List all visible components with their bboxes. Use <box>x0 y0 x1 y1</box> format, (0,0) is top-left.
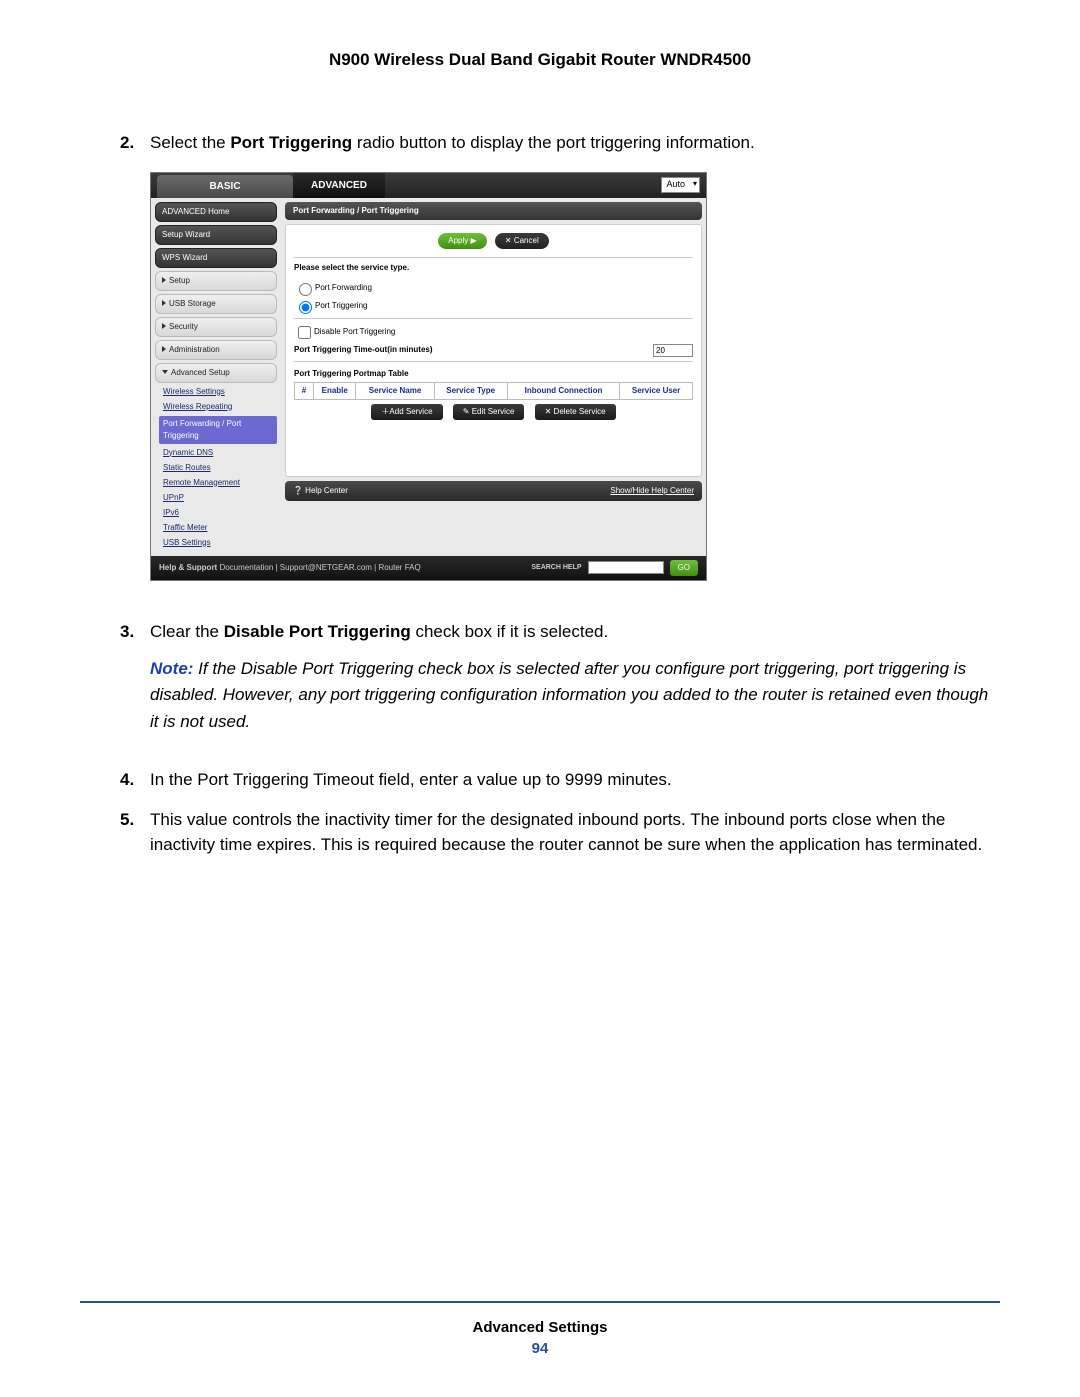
help-support-links[interactable]: Documentation | Support@NETGEAR.com | Ro… <box>219 562 420 574</box>
help-support-label: Help & Support <box>159 562 217 574</box>
sidebar: ADVANCED Home Setup Wizard WPS Wizard Se… <box>151 198 281 556</box>
sidebar-sub-usb-settings[interactable]: USB Settings <box>163 537 277 549</box>
sidebar-sub-traffic-meter[interactable]: Traffic Meter <box>163 522 277 534</box>
step-2: Select the Port Triggering radio button … <box>150 130 1000 605</box>
page-number: 94 <box>80 1340 1000 1357</box>
tab-basic[interactable]: BASIC <box>157 175 293 198</box>
help-toggle-link[interactable]: Show/Hide Help Center <box>610 485 694 497</box>
col-num: # <box>295 382 314 399</box>
sidebar-sub-dynamic-dns[interactable]: Dynamic DNS <box>163 447 277 459</box>
sidebar-btn-wps-wizard[interactable]: WPS Wizard <box>155 248 277 268</box>
service-type-prompt: Please select the service type. <box>294 262 693 274</box>
col-inbound: Inbound Connection <box>507 382 620 399</box>
content-panel: Apply ▶ ✕ Cancel Please select the servi… <box>285 224 702 477</box>
auto-dropdown[interactable]: Auto <box>661 177 700 193</box>
checkbox-disable-port-triggering[interactable] <box>298 326 311 339</box>
step-2-bold: Port Triggering <box>230 133 352 152</box>
step-num-5: 5. <box>120 807 150 858</box>
timeout-label: Port Triggering Time-out(in minutes) <box>294 344 433 356</box>
step-num-3: 3. <box>120 619 150 754</box>
step-num-4: 4. <box>120 767 150 793</box>
sidebar-section-advanced-setup[interactable]: Advanced Setup <box>155 363 277 383</box>
router-screenshot: BASIC ADVANCED Auto ADVANCED Home Setup … <box>150 172 707 581</box>
note-label: Note: <box>150 659 193 678</box>
note-block: Note: If the Disable Port Triggering che… <box>150 656 1000 735</box>
col-service-name: Service Name <box>356 382 434 399</box>
step-5: This value controls the inactivity timer… <box>150 807 1000 858</box>
sidebar-section-security[interactable]: Security <box>155 317 277 337</box>
sidebar-section-setup[interactable]: Setup <box>155 271 277 291</box>
doc-title: N900 Wireless Dual Band Gigabit Router W… <box>80 50 1000 70</box>
portmap-table: # Enable Service Name Service Type Inbou… <box>294 382 693 400</box>
go-button[interactable]: GO <box>670 560 698 576</box>
radio-port-forwarding-label: Port Forwarding <box>315 282 372 294</box>
radio-port-triggering[interactable] <box>299 301 312 314</box>
sidebar-sub-wireless-repeating[interactable]: Wireless Repeating <box>163 401 277 413</box>
help-center-label[interactable]: ❔ Help Center <box>293 485 348 497</box>
add-service-button[interactable]: ＋Add Service <box>371 404 442 420</box>
tab-advanced[interactable]: ADVANCED <box>293 173 385 198</box>
radio-port-triggering-label: Port Triggering <box>315 300 367 312</box>
sidebar-section-usb[interactable]: USB Storage <box>155 294 277 314</box>
search-help-label: SEARCH HELP <box>531 564 581 571</box>
delete-service-button[interactable]: ✕ Delete Service <box>535 404 616 420</box>
col-enable: Enable <box>314 382 356 399</box>
sidebar-sub-wireless-settings[interactable]: Wireless Settings <box>163 386 277 398</box>
timeout-input[interactable] <box>653 344 693 357</box>
cancel-button[interactable]: ✕ Cancel <box>495 233 549 249</box>
footer-section: Advanced Settings <box>80 1319 1000 1336</box>
sidebar-sub-static-routes[interactable]: Static Routes <box>163 462 277 474</box>
edit-service-button[interactable]: ✎ Edit Service <box>453 404 525 420</box>
sidebar-btn-setup-wizard[interactable]: Setup Wizard <box>155 225 277 245</box>
step-2-pre: Select the <box>150 133 230 152</box>
step-3-bold: Disable Port Triggering <box>224 622 411 641</box>
footer-rule <box>80 1301 1000 1303</box>
checkbox-disable-label: Disable Port Triggering <box>314 326 395 338</box>
sidebar-section-admin[interactable]: Administration <box>155 340 277 360</box>
step-3-pre: Clear the <box>150 622 224 641</box>
col-service-type: Service Type <box>434 382 507 399</box>
sidebar-btn-advanced-home[interactable]: ADVANCED Home <box>155 202 277 222</box>
content-title: Port Forwarding / Port Triggering <box>285 202 702 220</box>
apply-button[interactable]: Apply ▶ <box>438 233 486 249</box>
sidebar-sub-ipv6[interactable]: IPv6 <box>163 507 277 519</box>
sidebar-sub-remote-mgmt[interactable]: Remote Management <box>163 477 277 489</box>
portmap-title: Port Triggering Portmap Table <box>294 368 693 380</box>
step-3: Clear the Disable Port Triggering check … <box>150 619 1000 754</box>
search-help-input[interactable] <box>588 561 664 574</box>
step-num-2: 2. <box>120 130 150 605</box>
sidebar-sub-upnp[interactable]: UPnP <box>163 492 277 504</box>
col-service-user: Service User <box>620 382 693 399</box>
sidebar-sub-port-forwarding[interactable]: Port Forwarding / Port Triggering <box>159 416 277 444</box>
step-3-post: check box if it is selected. <box>411 622 608 641</box>
note-body: If the Disable Port Triggering check box… <box>150 659 988 731</box>
step-2-post: radio button to display the port trigger… <box>352 133 755 152</box>
radio-port-forwarding[interactable] <box>299 283 312 296</box>
step-4: In the Port Triggering Timeout field, en… <box>150 767 1000 793</box>
